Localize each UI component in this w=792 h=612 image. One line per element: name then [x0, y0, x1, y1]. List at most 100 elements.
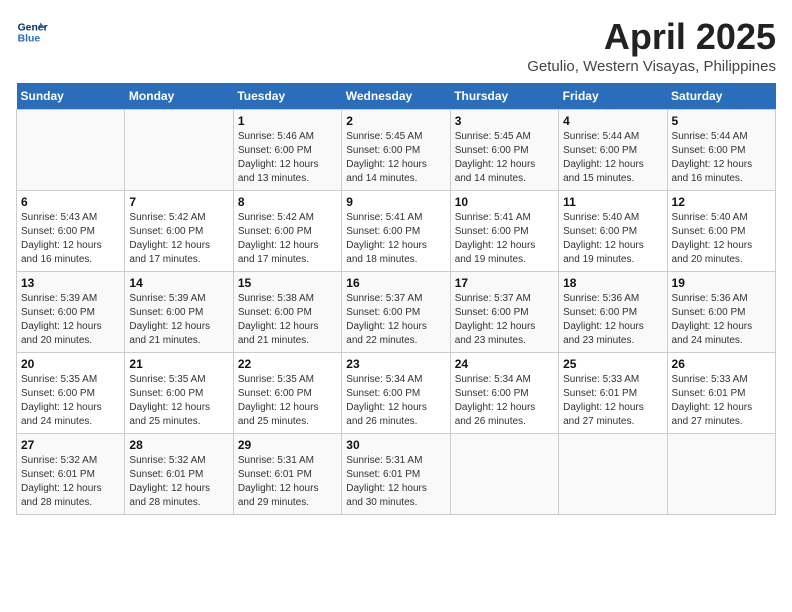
logo: General Blue: [16, 16, 48, 48]
day-number: 9: [346, 195, 445, 209]
day-info: Sunrise: 5:39 AMSunset: 6:00 PMDaylight:…: [21, 292, 120, 348]
day-number: 16: [346, 276, 445, 290]
calendar-cell: 2 Sunrise: 5:45 AMSunset: 6:00 PMDaylight…: [342, 110, 450, 191]
calendar-cell: 4Sunrise: 5:44 AMSunset: 6:00 PMDaylight…: [559, 110, 667, 191]
calendar-cell: 3Sunrise: 5:45 AMSunset: 6:00 PMDaylight…: [450, 110, 558, 191]
calendar-cell: 30Sunrise: 5:31 AMSunset: 6:01 PMDayligh…: [342, 434, 450, 515]
calendar-cell: 24 Sunrise: 5:34 AMSunset: 6:00 PMDayligh…: [450, 353, 558, 434]
day-info: Sunrise: 5:35 AMSunset: 6:00 PMDaylight:…: [238, 373, 337, 429]
day-info: Sunrise: 5:45 AMSunset: 6:00 PMDaylight:…: [346, 130, 445, 186]
day-info: Sunrise: 5:34 AMSunset: 6:00 PMDaylight:…: [346, 373, 445, 429]
weekday-header-sunday: Sunday: [17, 83, 125, 110]
day-number: 10: [455, 195, 554, 209]
day-number: 19: [672, 276, 771, 290]
day-number: 23: [346, 357, 445, 371]
calendar-cell: 7Sunrise: 5:42 AMSunset: 6:00 PMDaylight…: [125, 191, 233, 272]
title-block: April 2025 Getulio, Western Visayas, Phi…: [527, 16, 776, 75]
day-number: 2: [346, 114, 445, 128]
day-number: 14: [129, 276, 228, 290]
day-info: Sunrise: 5:31 AMSunset: 6:01 PMDaylight:…: [238, 454, 337, 510]
calendar-week-2: 6Sunrise: 5:43 AMSunset: 6:00 PMDaylight…: [17, 191, 776, 272]
day-info: Sunrise: 5:37 AMSunset: 6:00 PMDaylight:…: [455, 292, 554, 348]
day-info: Sunrise: 5:44 AMSunset: 6:00 PMDaylight:…: [672, 130, 771, 186]
calendar-week-1: 1 Sunrise: 5:46 AMSunset: 6:00 PMDaylight…: [17, 110, 776, 191]
page-header: General Blue April 2025 Getulio, Western…: [16, 16, 776, 75]
calendar-cell: [450, 434, 558, 515]
header-row: SundayMondayTuesdayWednesdayThursdayFrid…: [17, 83, 776, 110]
calendar-body: 1 Sunrise: 5:46 AMSunset: 6:00 PMDaylight…: [17, 110, 776, 515]
day-info: Sunrise: 5:33 AMSunset: 6:01 PMDaylight:…: [672, 373, 771, 429]
calendar-cell: [17, 110, 125, 191]
day-number: 29: [238, 438, 337, 452]
calendar-cell: 8 Sunrise: 5:42 AMSunset: 6:00 PMDaylight…: [233, 191, 341, 272]
day-info: Sunrise: 5:35 AMSunset: 6:00 PMDaylight:…: [129, 373, 228, 429]
calendar-table: SundayMondayTuesdayWednesdayThursdayFrid…: [16, 83, 776, 515]
calendar-cell: 13Sunrise: 5:39 AMSunset: 6:00 PMDayligh…: [17, 272, 125, 353]
calendar-cell: 1 Sunrise: 5:46 AMSunset: 6:00 PMDaylight…: [233, 110, 341, 191]
day-info: Sunrise: 5:37 AMSunset: 6:00 PMDaylight:…: [346, 292, 445, 348]
calendar-cell: 11 Sunrise: 5:40 AMSunset: 6:00 PMDayligh…: [559, 191, 667, 272]
day-number: 24: [455, 357, 554, 371]
calendar-header: SundayMondayTuesdayWednesdayThursdayFrid…: [17, 83, 776, 110]
day-info: Sunrise: 5:32 AMSunset: 6:01 PMDaylight:…: [21, 454, 120, 510]
calendar-cell: 29 Sunrise: 5:31 AMSunset: 6:01 PMDayligh…: [233, 434, 341, 515]
weekday-header-monday: Monday: [125, 83, 233, 110]
day-info: Sunrise: 5:40 AMSunset: 6:00 PMDaylight:…: [672, 211, 771, 267]
calendar-cell: [125, 110, 233, 191]
day-info: Sunrise: 5:36 AMSunset: 6:00 PMDaylight:…: [563, 292, 662, 348]
calendar-cell: 17 Sunrise: 5:37 AMSunset: 6:00 PMDayligh…: [450, 272, 558, 353]
calendar-cell: [559, 434, 667, 515]
day-number: 25: [563, 357, 662, 371]
day-number: 22: [238, 357, 337, 371]
day-info: Sunrise: 5:46 AMSunset: 6:00 PMDaylight:…: [238, 130, 337, 186]
calendar-cell: 16 Sunrise: 5:37 AMSunset: 6:00 PMDayligh…: [342, 272, 450, 353]
calendar-cell: 12 Sunrise: 5:40 AMSunset: 6:00 PMDayligh…: [667, 191, 775, 272]
calendar-cell: 25Sunrise: 5:33 AMSunset: 6:01 PMDayligh…: [559, 353, 667, 434]
day-number: 15: [238, 276, 337, 290]
calendar-cell: 14 Sunrise: 5:39 AMSunset: 6:00 PMDayligh…: [125, 272, 233, 353]
calendar-cell: 5 Sunrise: 5:44 AMSunset: 6:00 PMDaylight…: [667, 110, 775, 191]
day-number: 11: [563, 195, 662, 209]
calendar-week-5: 27 Sunrise: 5:32 AMSunset: 6:01 PMDayligh…: [17, 434, 776, 515]
day-number: 18: [563, 276, 662, 290]
calendar-cell: 23 Sunrise: 5:34 AMSunset: 6:00 PMDayligh…: [342, 353, 450, 434]
calendar-cell: 22 Sunrise: 5:35 AMSunset: 6:00 PMDayligh…: [233, 353, 341, 434]
calendar-cell: 28 Sunrise: 5:32 AMSunset: 6:01 PMDayligh…: [125, 434, 233, 515]
day-number: 30: [346, 438, 445, 452]
day-info: Sunrise: 5:43 AMSunset: 6:00 PMDaylight:…: [21, 211, 120, 267]
day-number: 8: [238, 195, 337, 209]
weekday-header-saturday: Saturday: [667, 83, 775, 110]
calendar-cell: 15 Sunrise: 5:38 AMSunset: 6:00 PMDayligh…: [233, 272, 341, 353]
day-info: Sunrise: 5:44 AMSunset: 6:00 PMDaylight:…: [563, 130, 662, 186]
day-number: 1: [238, 114, 337, 128]
weekday-header-thursday: Thursday: [450, 83, 558, 110]
calendar-cell: 26 Sunrise: 5:33 AMSunset: 6:01 PMDayligh…: [667, 353, 775, 434]
day-number: 27: [21, 438, 120, 452]
svg-text:Blue: Blue: [18, 34, 41, 45]
day-info: Sunrise: 5:34 AMSunset: 6:00 PMDaylight:…: [455, 373, 554, 429]
day-number: 21: [129, 357, 228, 371]
day-number: 20: [21, 357, 120, 371]
calendar-week-3: 13Sunrise: 5:39 AMSunset: 6:00 PMDayligh…: [17, 272, 776, 353]
weekday-header-tuesday: Tuesday: [233, 83, 341, 110]
day-number: 12: [672, 195, 771, 209]
calendar-cell: 6Sunrise: 5:43 AMSunset: 6:00 PMDaylight…: [17, 191, 125, 272]
day-info: Sunrise: 5:32 AMSunset: 6:01 PMDaylight:…: [129, 454, 228, 510]
day-info: Sunrise: 5:40 AMSunset: 6:00 PMDaylight:…: [563, 211, 662, 267]
day-info: Sunrise: 5:42 AMSunset: 6:00 PMDaylight:…: [238, 211, 337, 267]
day-info: Sunrise: 5:38 AMSunset: 6:00 PMDaylight:…: [238, 292, 337, 348]
calendar-cell: 27 Sunrise: 5:32 AMSunset: 6:01 PMDayligh…: [17, 434, 125, 515]
page-title: April 2025: [527, 16, 776, 58]
day-info: Sunrise: 5:39 AMSunset: 6:00 PMDaylight:…: [129, 292, 228, 348]
day-number: 5: [672, 114, 771, 128]
day-number: 17: [455, 276, 554, 290]
calendar-cell: 20Sunrise: 5:35 AMSunset: 6:00 PMDayligh…: [17, 353, 125, 434]
weekday-header-wednesday: Wednesday: [342, 83, 450, 110]
day-number: 28: [129, 438, 228, 452]
day-info: Sunrise: 5:41 AMSunset: 6:00 PMDaylight:…: [346, 211, 445, 267]
calendar-cell: 10 Sunrise: 5:41 AMSunset: 6:00 PMDayligh…: [450, 191, 558, 272]
day-number: 26: [672, 357, 771, 371]
day-info: Sunrise: 5:41 AMSunset: 6:00 PMDaylight:…: [455, 211, 554, 267]
calendar-cell: [667, 434, 775, 515]
day-number: 7: [129, 195, 228, 209]
